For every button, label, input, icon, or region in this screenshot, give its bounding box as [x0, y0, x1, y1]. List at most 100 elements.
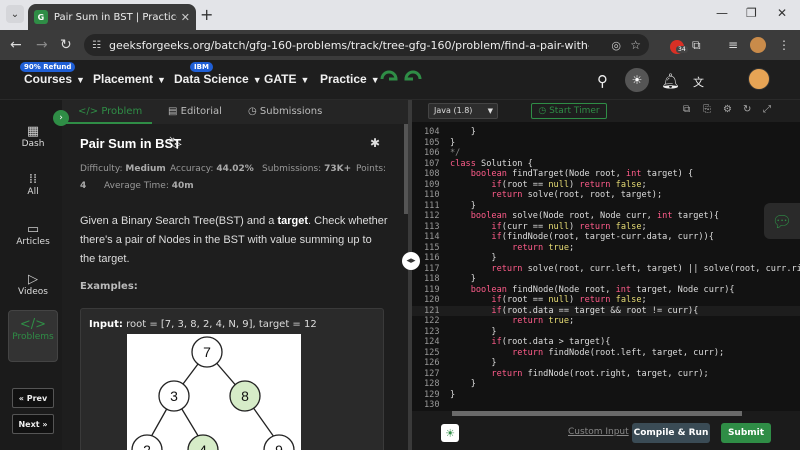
code-line[interactable]: 117 return solve(root, curr.left, target…: [412, 264, 800, 275]
tree-node-highlighted: 8: [229, 380, 261, 412]
search-icon[interactable]: ⚲: [597, 72, 608, 90]
language-value: Java (1.8): [434, 106, 473, 115]
chat-icon[interactable]: 💬︎: [764, 203, 800, 239]
browser-tab-active[interactable]: G Pair Sum in BST | Practice | GeeksforG…: [28, 4, 196, 30]
code-line[interactable]: 110 return solve(root, root, target);: [412, 190, 800, 201]
code-text: return true;: [512, 242, 575, 253]
fullscreen-icon[interactable]: ⤢: [763, 104, 771, 115]
start-timer-button[interactable]: ◷ Start Timer: [531, 103, 607, 119]
points-meta: Points:: [356, 164, 386, 174]
reset-code-icon[interactable]: ⎘: [703, 104, 711, 115]
next-button[interactable]: Next »: [12, 414, 54, 434]
sidebar-item-problems[interactable]: </> Problems: [8, 310, 58, 362]
tab-list-icon[interactable]: ⌄: [6, 5, 24, 23]
code-line[interactable]: 113 if(curr == null) return false;: [412, 222, 800, 233]
back-icon[interactable]: ←: [10, 37, 22, 53]
nav-gate[interactable]: GATE ▼: [264, 72, 309, 86]
code-line[interactable]: 125 return findNode(root.left, target, c…: [412, 348, 800, 359]
desc-text-1: Given a Binary Search Tree(BST) and a: [80, 215, 278, 227]
points-value: 4: [80, 181, 86, 191]
custom-input-link[interactable]: Custom Input: [568, 427, 629, 437]
submit-button[interactable]: Submit: [721, 423, 771, 443]
prev-button[interactable]: « Prev: [12, 388, 54, 408]
nav-courses[interactable]: Courses ▼: [24, 72, 85, 86]
expand-sidebar-icon[interactable]: ›: [53, 110, 69, 126]
code-line[interactable]: 111 }: [412, 201, 800, 212]
tab-submissions[interactable]: ◷ Submissions: [248, 106, 322, 117]
extensions-puzzle-icon[interactable]: ⧉: [692, 38, 701, 53]
tab-editorial[interactable]: ▤ Editorial: [168, 106, 222, 117]
nav-practice[interactable]: Practice ▼: [320, 72, 380, 86]
maximize-icon[interactable]: ❐: [746, 6, 757, 20]
resize-handle-icon[interactable]: ◂▸: [402, 252, 420, 270]
line-number: 114: [424, 232, 440, 242]
code-line[interactable]: 115 return true;: [412, 243, 800, 254]
url-field[interactable]: ☷ geeksforgeeks.org/batch/gfg-160-proble…: [84, 34, 649, 56]
gfg-logo[interactable]: [378, 68, 424, 95]
code-line[interactable]: 130: [412, 400, 800, 411]
code-line[interactable]: 124 if(root.data > target){: [412, 337, 800, 348]
tracking-protection-icon[interactable]: ◎: [611, 39, 621, 52]
media-control-icon[interactable]: ≡: [728, 38, 738, 52]
code-line[interactable]: 104 }: [412, 127, 800, 138]
code-line[interactable]: 116 }: [412, 253, 800, 264]
user-avatar[interactable]: [748, 68, 770, 90]
extension-icon[interactable]: 34: [670, 40, 688, 54]
bookmark-star-icon[interactable]: ☆: [630, 38, 641, 52]
sidebar-item-all[interactable]: ⁞⁞ All: [8, 166, 58, 218]
nav-placement[interactable]: Placement ▼: [93, 72, 166, 86]
code-line[interactable]: 118 }: [412, 274, 800, 285]
tab-editorial-label: Editorial: [180, 106, 222, 117]
code-line[interactable]: 121 if(root.data == target && root != cu…: [412, 305, 800, 316]
code-line[interactable]: 119 boolean findNode(Node root, int targ…: [412, 285, 800, 296]
examples-heading: Examples:: [80, 281, 138, 292]
profile-avatar-icon[interactable]: [750, 37, 766, 53]
new-tab-icon[interactable]: +: [200, 5, 213, 24]
code-line[interactable]: 129}: [412, 390, 800, 401]
code-line[interactable]: 105}: [412, 138, 800, 149]
close-tab-icon[interactable]: ✕: [181, 11, 190, 24]
code-line[interactable]: 126 }: [412, 358, 800, 369]
code-line[interactable]: 109 if(root == null) return false;: [412, 180, 800, 191]
site-info-icon[interactable]: ☷: [92, 40, 101, 51]
report-bug-icon[interactable]: ✱: [370, 136, 380, 150]
reload-icon[interactable]: ↻: [60, 37, 72, 53]
submissions-label: Submissions:: [262, 164, 322, 174]
minimize-icon[interactable]: —: [716, 6, 728, 20]
avg-time-value: 40m: [171, 181, 194, 191]
code-line[interactable]: 122 return true;: [412, 316, 800, 327]
line-number: 115: [424, 242, 440, 253]
language-select[interactable]: Java (1.8) ▼: [428, 103, 498, 119]
theme-toggle-icon[interactable]: ☀: [625, 68, 649, 92]
settings-gear-icon[interactable]: ⚙: [723, 104, 732, 115]
code-line[interactable]: 120 if(root == null) return false;: [412, 295, 800, 306]
code-line[interactable]: 107 class Solution {: [412, 159, 800, 170]
hint-bulb-icon[interactable]: ☀: [441, 424, 459, 442]
code-line[interactable]: 112 boolean solve(Node root, Node curr, …: [412, 211, 800, 222]
svg-text:7: 7: [203, 344, 211, 360]
gfg-logo-icon: [380, 70, 422, 81]
code-line[interactable]: 106 */: [412, 148, 800, 159]
bell-icon[interactable]: 🔔︎: [661, 72, 680, 90]
bookmark-icon[interactable]: 🔖︎: [168, 136, 183, 150]
code-line[interactable]: 108 boolean findTarget(Node root, int ta…: [412, 169, 800, 180]
refresh-icon[interactable]: ↻: [743, 104, 751, 115]
code-line[interactable]: 128 }: [412, 379, 800, 390]
code-text: }: [450, 200, 476, 211]
browser-menu-icon[interactable]: ⋮: [778, 38, 790, 52]
sidebar-item-articles[interactable]: ▭ Articles: [8, 216, 58, 268]
close-window-icon[interactable]: ✕: [777, 6, 787, 20]
nav-data-science[interactable]: Data Science ▼: [174, 72, 262, 86]
code-editor[interactable]: 104 } 105} 106 */107 class Solution {108 boo…: [412, 124, 800, 416]
sidebar-item-dash[interactable]: ▦ Dash: [8, 118, 58, 170]
code-line[interactable]: 127 return findNode(root.right, target, …: [412, 369, 800, 380]
compile-run-button[interactable]: Compile & Run: [632, 423, 710, 443]
code-line[interactable]: 114 if(findNode(root, target-curr.data, …: [412, 232, 800, 243]
line-number: 127: [424, 368, 440, 379]
copy-icon[interactable]: ⧉: [683, 104, 690, 115]
code-line[interactable]: 123 }: [412, 327, 800, 338]
tab-problem[interactable]: </> Problem: [78, 106, 142, 117]
code-text: if(findNode(root, target-curr.data, curr…: [491, 232, 714, 242]
translate-icon[interactable]: 文: [693, 74, 704, 90]
forward-icon[interactable]: →: [36, 37, 48, 53]
